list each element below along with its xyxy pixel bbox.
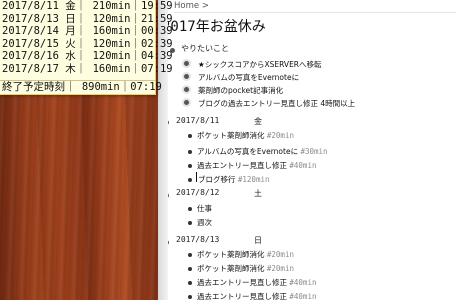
tag-label[interactable]: #40min <box>289 292 316 300</box>
outline-item[interactable]: ブログの過去エントリー見直し修正 4時間以上 <box>198 98 355 109</box>
outline-item[interactable]: 過去エントリー見直し修正 #40min <box>197 291 316 300</box>
outline-item-date[interactable]: 2017/8/13 <box>176 235 219 244</box>
outline-item[interactable]: ブログ移行 #120min <box>198 174 270 185</box>
tag-label[interactable]: #40min <box>289 278 316 287</box>
outline-item[interactable]: ポケット薬剤師消化 #20min <box>197 249 294 260</box>
breadcrumb-separator: > <box>201 1 209 11</box>
schedule-row: 2017/8/16 水｜ 120min｜04:39 <box>2 50 173 62</box>
text-cursor <box>196 172 197 182</box>
tag-label[interactable]: #20min <box>267 131 294 140</box>
bullet-icon[interactable] <box>188 281 192 285</box>
bullet-icon[interactable] <box>170 48 175 53</box>
bullet-icon[interactable] <box>188 150 192 154</box>
breadcrumb-home-link[interactable]: Home <box>174 0 199 12</box>
bullet-icon[interactable] <box>188 134 192 138</box>
outline-item[interactable]: 薬剤師のpocket記事消化 <box>198 85 283 96</box>
schedule-row: 2017/8/14 月｜ 160min｜00:39 <box>2 25 173 37</box>
bullet-icon[interactable] <box>168 240 169 245</box>
outline-item[interactable]: アルバムの写真をEvernoteに #30min <box>197 146 328 157</box>
bullet-icon[interactable] <box>168 193 169 198</box>
schedule-row: 2017/8/13 日｜ 120min｜21:59 <box>2 12 173 25</box>
bullet-icon[interactable] <box>188 164 192 168</box>
tag-label[interactable]: #120min <box>238 175 270 184</box>
outline-item[interactable]: ★シックスコアからXSERVERへ移転 <box>198 59 322 70</box>
outline-item-date[interactable]: 2017/8/12 <box>176 188 219 197</box>
schedule-row: 2017/8/11 金｜ 210min｜19:59 <box>2 0 173 12</box>
outline-document: Home > 2017年お盆休み やりたいこと ★シックスコアからXSERVER… <box>168 0 456 300</box>
tag-label[interactable]: #20min <box>267 264 294 273</box>
breadcrumb: Home > <box>174 0 456 13</box>
schedule-row: 2017/8/15 火｜ 120min｜02:39 <box>2 37 173 50</box>
outline-item[interactable]: 過去エントリー見直し修正 #40min <box>197 277 316 288</box>
outline-item-todo[interactable]: やりたいこと <box>181 43 229 54</box>
tag-label[interactable]: #40min <box>289 161 316 170</box>
outline-item[interactable]: アルバムの写真をEvernoteに <box>198 72 299 83</box>
day-of-week: 日 <box>254 236 262 245</box>
day-of-week: 土 <box>254 189 262 198</box>
bullet-icon[interactable] <box>188 267 192 271</box>
outline-item[interactable]: ポケット薬剤師消化 #20min <box>197 130 294 141</box>
outline-item[interactable]: 週次 <box>197 217 212 228</box>
bullet-collapsed-icon[interactable] <box>182 72 191 81</box>
outline-item-date[interactable]: 2017/8/11 <box>176 116 219 125</box>
bullet-icon[interactable] <box>188 295 192 299</box>
day-of-week: 金 <box>254 117 262 126</box>
bullet-icon[interactable] <box>188 253 192 257</box>
bullet-icon[interactable] <box>188 178 192 182</box>
outline-item[interactable]: 過去エントリー見直し修正 #40min <box>197 160 316 171</box>
tag-label[interactable]: #30min <box>300 147 327 156</box>
bullet-icon[interactable] <box>188 207 192 211</box>
bullet-icon[interactable] <box>188 221 192 225</box>
schedule-tooltip: 2017/8/11 金｜ 210min｜19:59 2017/8/13 日｜ 1… <box>0 0 173 95</box>
outline-item[interactable]: 仕事 <box>197 203 212 214</box>
bullet-collapsed-icon[interactable] <box>182 85 191 94</box>
outline-item[interactable]: ポケット薬剤師消化 #20min <box>197 263 294 274</box>
tag-label[interactable]: #20min <box>267 250 294 259</box>
schedule-row: 2017/8/17 木｜ 160min｜07:19 <box>2 62 173 75</box>
bullet-collapsed-icon[interactable] <box>182 98 191 107</box>
bullet-collapsed-icon[interactable] <box>182 59 191 68</box>
bullet-icon[interactable] <box>168 120 169 125</box>
page-title[interactable]: 2017年お盆休み <box>168 16 266 36</box>
schedule-total-row: 終了予定時刻｜ 890min｜07:19 <box>0 80 162 93</box>
